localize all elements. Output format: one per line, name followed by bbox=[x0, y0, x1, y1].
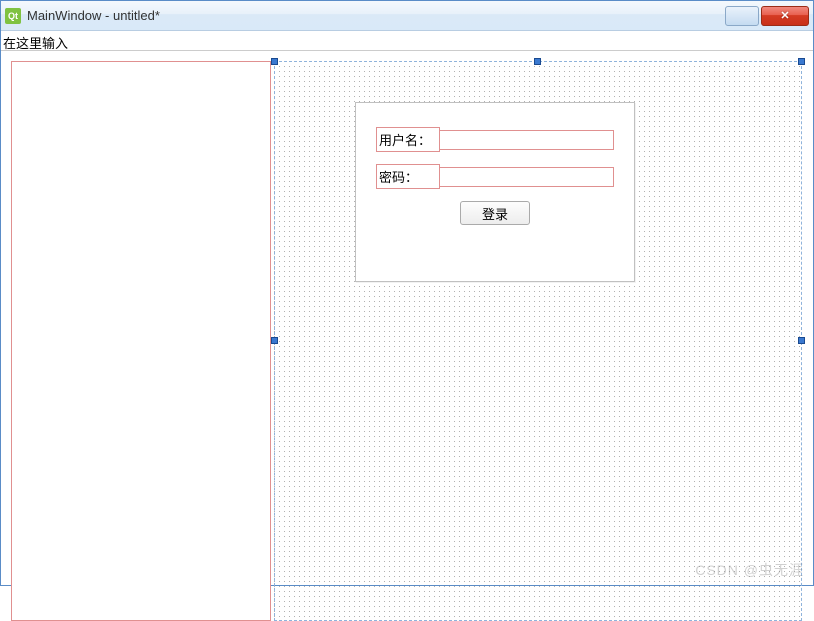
password-input[interactable] bbox=[439, 167, 614, 187]
window-controls: ✕ bbox=[723, 6, 809, 26]
username-label: 用户名： bbox=[376, 127, 440, 152]
username-input[interactable] bbox=[439, 130, 614, 150]
username-row: 用户名： bbox=[376, 127, 614, 152]
menubar[interactable]: 在这里输入 bbox=[1, 31, 813, 51]
password-row: 密码： bbox=[376, 164, 614, 189]
minimize-button[interactable] bbox=[725, 6, 759, 26]
selection-handle-mr[interactable] bbox=[798, 337, 805, 344]
selection-handle-ml[interactable] bbox=[271, 337, 278, 344]
main-window: Qt MainWindow - untitled* ✕ 在这里输入 用户名： bbox=[0, 0, 814, 586]
designer-canvas[interactable]: 用户名： 密码： 登录 bbox=[274, 61, 802, 621]
selection-handle-tm[interactable] bbox=[534, 58, 541, 65]
login-button[interactable]: 登录 bbox=[460, 201, 530, 225]
titlebar[interactable]: Qt MainWindow - untitled* ✕ bbox=[1, 1, 813, 31]
selection-handle-tr[interactable] bbox=[798, 58, 805, 65]
login-form-widget[interactable]: 用户名： 密码： 登录 bbox=[355, 102, 635, 282]
window-title: MainWindow - untitled* bbox=[27, 8, 723, 23]
selection-handle-tl[interactable] bbox=[271, 58, 278, 65]
left-panel[interactable] bbox=[11, 61, 271, 621]
content-area: 用户名： 密码： 登录 bbox=[1, 51, 813, 585]
password-label: 密码： bbox=[376, 164, 440, 189]
close-icon: ✕ bbox=[780, 9, 789, 22]
button-row: 登录 bbox=[376, 201, 614, 225]
close-button[interactable]: ✕ bbox=[761, 6, 809, 26]
menubar-placeholder: 在这里输入 bbox=[3, 36, 68, 51]
qt-app-icon: Qt bbox=[5, 8, 21, 24]
